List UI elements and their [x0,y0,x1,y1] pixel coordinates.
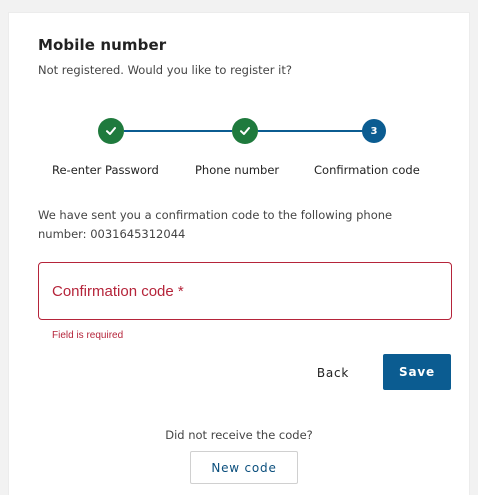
confirmation-code-placeholder: Confirmation code * [52,282,184,300]
step-3-number: 3 [370,125,378,137]
step-label-phone-number: Phone number [195,163,280,177]
resend-prompt: Did not receive the code? [165,428,313,442]
check-icon [106,127,116,135]
mobile-number-card [8,12,470,495]
back-button[interactable]: Back [303,356,363,390]
stepper: 3 Re-enter Password Phone number Confirm… [40,118,450,188]
check-icon [240,127,250,135]
page-title: Mobile number [38,36,167,54]
page-subtitle: Not registered. Would you like to regist… [38,63,292,77]
confirmation-code-input[interactable]: Confirmation code * [38,262,452,320]
step-1-indicator [98,118,124,144]
step-3-indicator: 3 [362,119,386,143]
step-connector-1 [124,130,232,132]
save-button[interactable]: Save [383,354,451,390]
field-error-message: Field is required [52,330,124,341]
step-2-indicator [232,118,258,144]
confirmation-info-text: We have sent you a confirmation code to … [38,208,393,241]
new-code-button[interactable]: New code [190,451,298,484]
step-label-confirmation-code: Confirmation code [314,163,420,177]
step-label-re-enter-password: Re-enter Password [52,163,159,177]
step-connector-2 [258,130,368,132]
page: Mobile number Not registered. Would you … [0,0,478,495]
